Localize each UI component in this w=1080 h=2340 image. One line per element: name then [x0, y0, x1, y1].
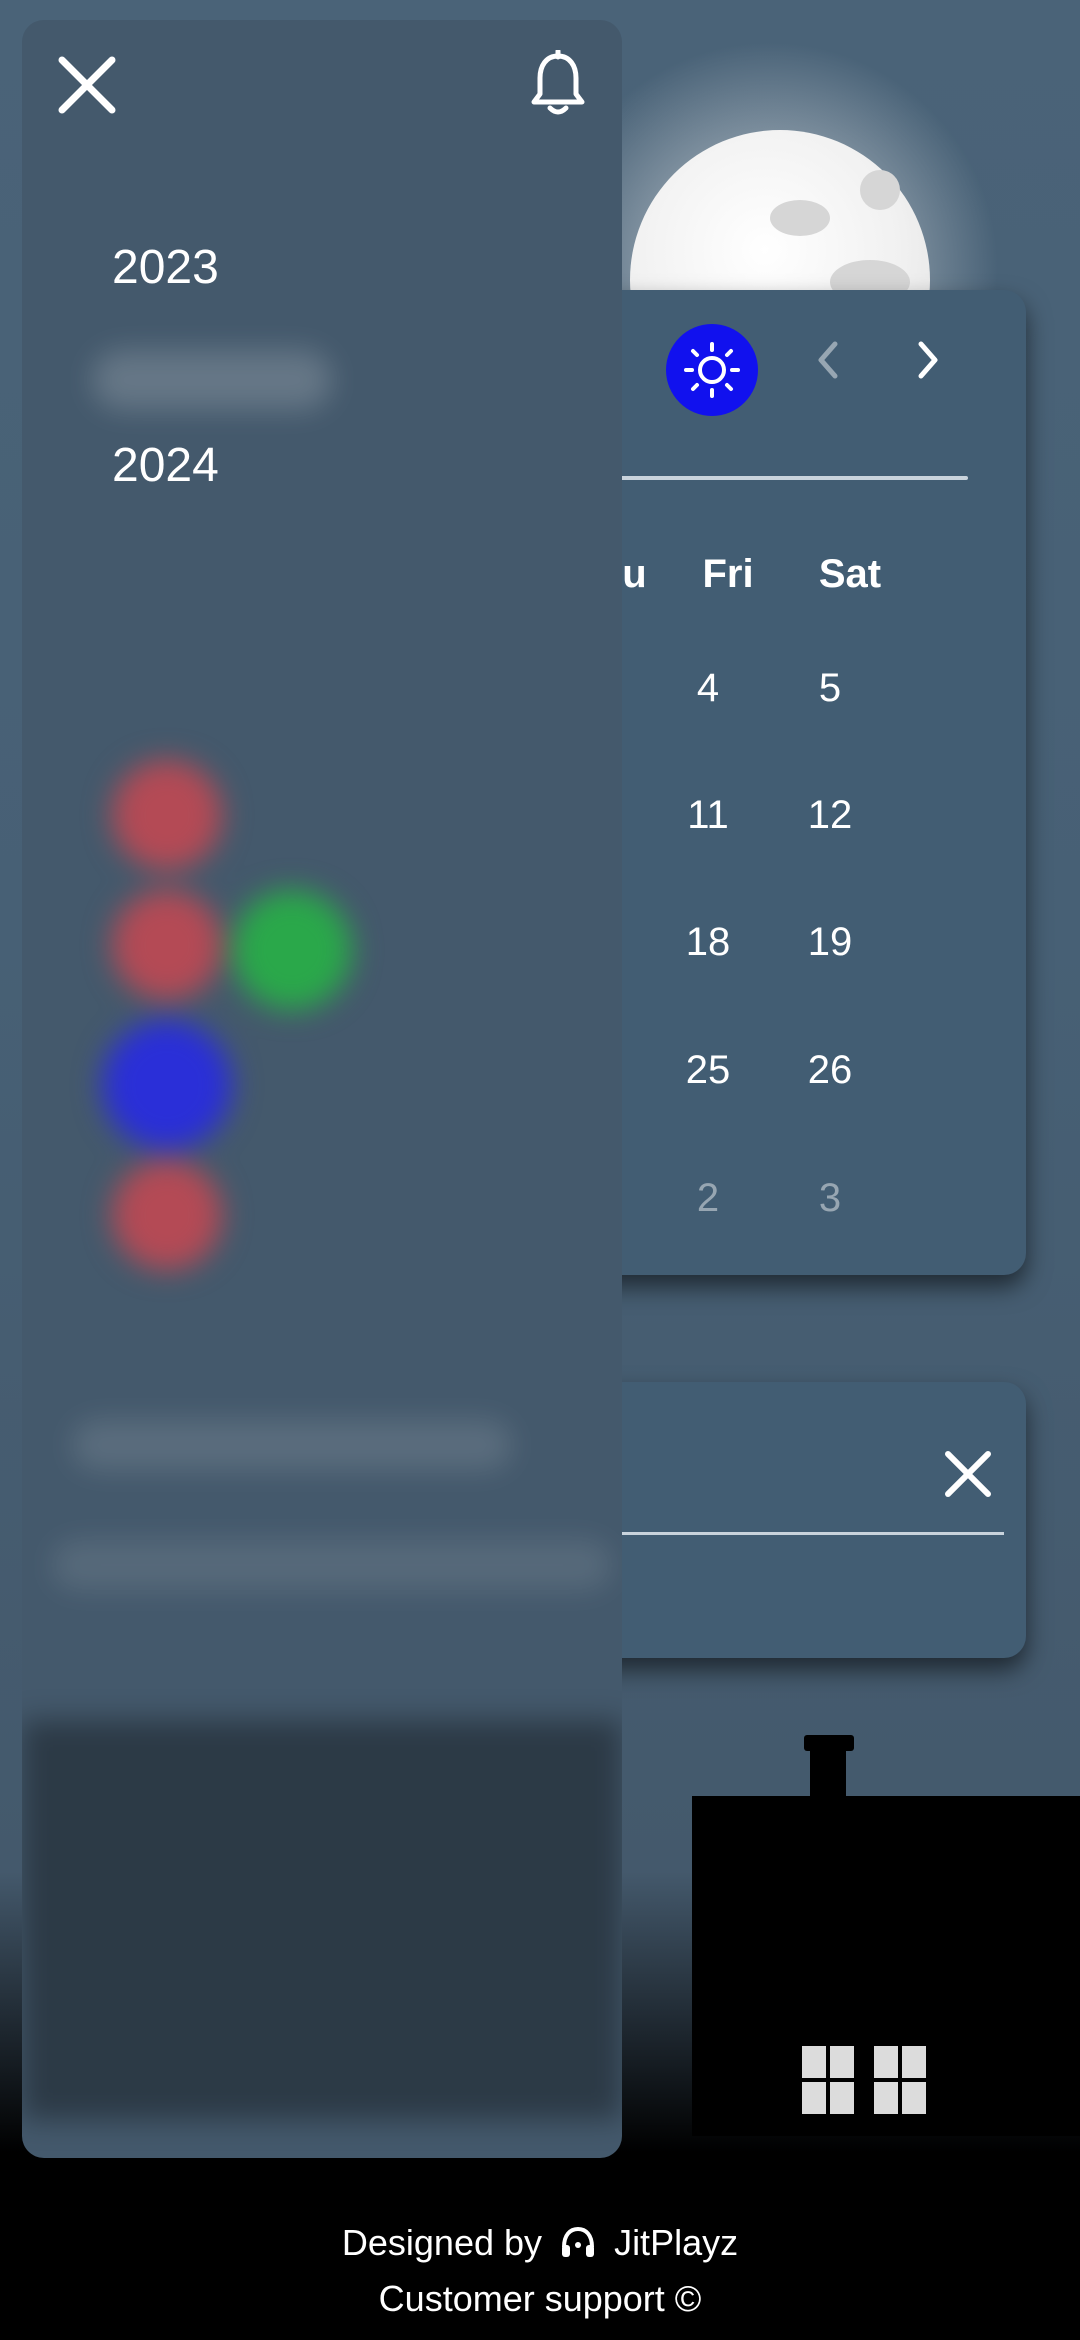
calendar-day[interactable]: 18	[648, 920, 768, 965]
close-drawer-button[interactable]	[54, 52, 120, 118]
theme-toggle-button[interactable]	[666, 324, 758, 416]
year-drawer: 2023 2024	[22, 20, 622, 2158]
close-icon	[58, 56, 116, 114]
previous-month-button[interactable]	[808, 330, 848, 390]
house-window	[874, 2046, 926, 2114]
event-input-underline	[560, 1532, 1004, 1535]
chevron-left-icon	[818, 341, 838, 379]
footer-designed-by: Designed by	[341, 2222, 543, 2263]
calendar-day[interactable]: 25	[648, 1048, 768, 1093]
calendar-day[interactable]: 19	[770, 920, 890, 965]
calendar-day[interactable]: 5	[770, 666, 890, 711]
footer: Designed by JitPlayz Customer support ©	[0, 2158, 1080, 2340]
calendar-day[interactable]: 4	[648, 666, 768, 711]
house-window	[802, 2046, 854, 2114]
event-close-button[interactable]	[938, 1444, 998, 1504]
weekday-fri: Fri	[702, 552, 754, 596]
calendar-day[interactable]: 26	[770, 1048, 890, 1093]
chevron-right-icon	[918, 341, 938, 379]
house-silhouette	[692, 1796, 1080, 2136]
close-icon	[945, 1451, 991, 1497]
blurred-calendar-behind	[22, 20, 622, 2158]
footer-author-link[interactable]: JitPlayz	[614, 2222, 738, 2263]
calendar-day-next-month[interactable]: 2	[648, 1176, 768, 1221]
footer-credit: Designed by JitPlayz	[0, 2222, 1080, 2264]
customer-support-link[interactable]: Customer support ©	[0, 2278, 1080, 2320]
next-month-button[interactable]	[908, 330, 948, 390]
calendar-card: Thu Fri Sat 3 4 5 10 11 12 17 18 19 24 2…	[560, 290, 1026, 1275]
calendar-day[interactable]: 11	[648, 793, 768, 838]
year-item-2024[interactable]: 2024	[112, 438, 219, 493]
year-item-2023[interactable]: 2023	[112, 240, 219, 295]
event-card	[560, 1382, 1026, 1658]
headset-icon	[562, 2226, 595, 2257]
calendar-day-next-month[interactable]: 3	[770, 1176, 890, 1221]
sun-icon	[684, 342, 740, 398]
weekday-sat: Sat	[818, 552, 882, 596]
notifications-button[interactable]	[528, 48, 588, 120]
calendar-day[interactable]: 12	[770, 793, 890, 838]
bell-icon	[531, 48, 585, 115]
